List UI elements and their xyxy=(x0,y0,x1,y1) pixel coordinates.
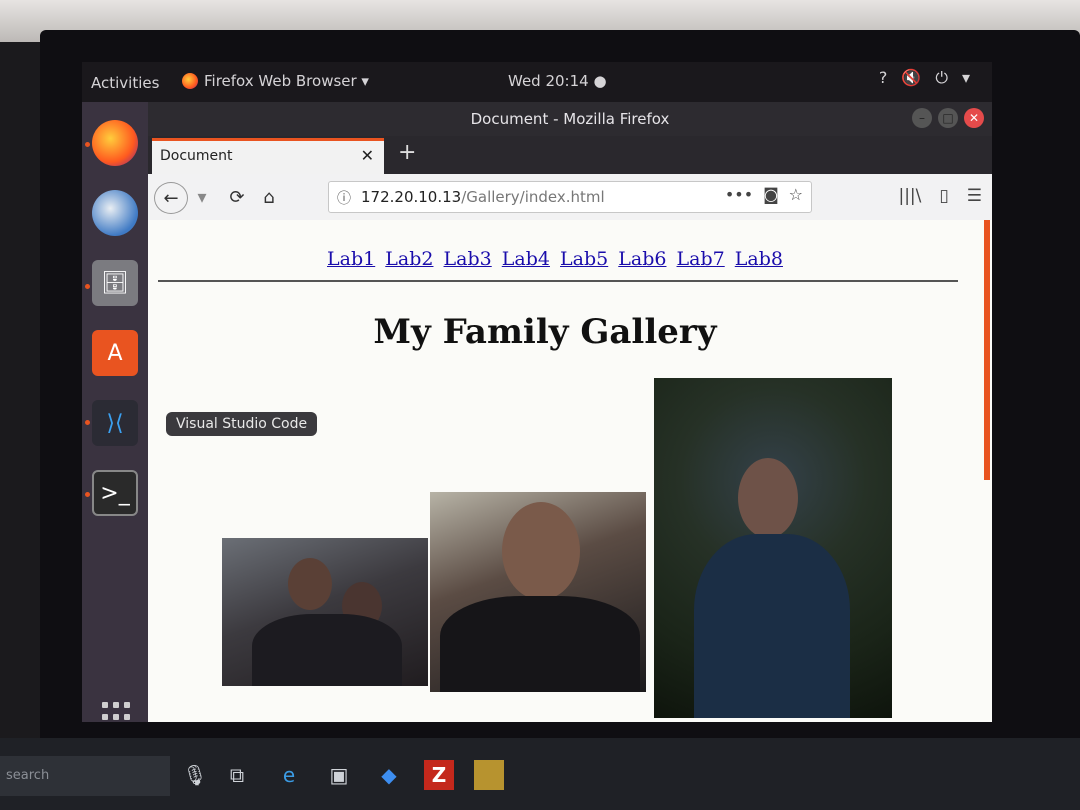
running-indicator xyxy=(85,492,90,497)
horizontal-rule xyxy=(158,280,958,282)
clock[interactable]: Wed 20:14 ● xyxy=(508,72,607,90)
running-indicator xyxy=(85,142,90,147)
photo-body xyxy=(252,614,402,686)
close-window-icon[interactable]: ✕ xyxy=(964,108,984,128)
reload-icon[interactable]: ⟳ xyxy=(224,182,250,212)
vscode-dock-icon[interactable]: ⟩⟨ xyxy=(92,400,138,446)
info-icon[interactable]: ⓘ xyxy=(337,188,351,208)
tab-title: Document xyxy=(160,148,233,164)
gallery-photo-portrait[interactable] xyxy=(654,378,892,718)
home-icon[interactable]: ⌂ xyxy=(256,182,282,212)
lab-link-6[interactable]: Lab6 xyxy=(618,248,666,270)
photos-icon[interactable]: ▣ xyxy=(324,760,354,790)
tab-document[interactable]: Document ✕ xyxy=(152,138,384,174)
lab-nav: Lab1 Lab2 Lab3 Lab4 Lab5 Lab6 Lab7 Lab8 xyxy=(148,248,962,270)
page-actions-icon[interactable]: ••• xyxy=(725,185,753,204)
software-center-dock-icon[interactable]: A xyxy=(92,330,138,376)
help-icon[interactable]: ? xyxy=(879,68,888,88)
app-menu[interactable]: Firefox Web Browser ▾ xyxy=(182,72,369,90)
photo-body xyxy=(694,534,850,718)
gnome-top-bar: Activities Firefox Web Browser ▾ Wed 20:… xyxy=(82,62,992,102)
host-search-box[interactable]: search xyxy=(0,756,170,796)
new-tab-button[interactable]: + xyxy=(398,140,416,165)
tab-strip: Document ✕ + xyxy=(148,136,992,174)
url-text[interactable]: 172.20.10.13/Gallery/index.html xyxy=(361,188,605,206)
ubuntu-desktop: Activities Firefox Web Browser ▾ Wed 20:… xyxy=(82,62,992,722)
lab-link-7[interactable]: Lab7 xyxy=(677,248,725,270)
dock: 🗄 A ⟩⟨ >_ xyxy=(82,102,148,722)
gallery-photo-selfie[interactable] xyxy=(430,492,646,692)
url-bar[interactable]: ⓘ 172.20.10.13/Gallery/index.html ••• ◙ … xyxy=(328,181,812,213)
lab-link-5[interactable]: Lab5 xyxy=(560,248,608,270)
window-controls: – □ ✕ xyxy=(912,108,984,128)
pocket-icon[interactable]: ◙ xyxy=(763,185,779,204)
app-icon[interactable] xyxy=(474,760,504,790)
library-icon[interactable]: |||\ xyxy=(898,186,921,206)
url-actions: ••• ◙ ☆ xyxy=(725,185,803,204)
lab-link-8[interactable]: Lab8 xyxy=(735,248,783,270)
minimize-icon[interactable]: – xyxy=(912,108,932,128)
sidebar-icon[interactable]: ▯ xyxy=(939,186,948,206)
task-view-icon[interactable]: ⧉ xyxy=(222,760,252,790)
thunderbird-dock-icon[interactable] xyxy=(92,190,138,236)
system-tray[interactable]: ? 🔇 ⏻ ▾ xyxy=(879,68,970,88)
url-host: 172.20.10.13 xyxy=(361,188,462,206)
photo-person xyxy=(502,502,580,600)
lab-link-3[interactable]: Lab3 xyxy=(444,248,492,270)
volume-muted-icon[interactable]: 🔇 xyxy=(901,68,921,88)
star-icon[interactable]: ☆ xyxy=(789,185,803,204)
filezilla-icon[interactable]: Z xyxy=(424,760,454,790)
terminal-dock-icon[interactable]: >_ xyxy=(92,470,138,516)
forward-dropdown-icon[interactable]: ▾ xyxy=(192,182,212,212)
show-applications-icon[interactable] xyxy=(102,702,132,722)
edge-icon[interactable]: e xyxy=(274,760,304,790)
files-dock-icon[interactable]: 🗄 xyxy=(92,260,138,306)
host-windows-taskbar: search 🎙 ⧉ e ▣ ◆ Z xyxy=(0,738,1080,810)
running-indicator xyxy=(85,284,90,289)
maximize-icon[interactable]: □ xyxy=(938,108,958,128)
gallery-photo-couple[interactable] xyxy=(222,538,428,686)
photo-person xyxy=(738,458,798,538)
scrollbar[interactable] xyxy=(984,220,990,480)
window-title: Document - Mozilla Firefox xyxy=(470,110,670,128)
dock-tooltip: Visual Studio Code xyxy=(166,412,318,436)
toolbar-right: |||\ ▯ ☰ xyxy=(898,186,982,206)
url-path: /Gallery/index.html xyxy=(461,188,605,206)
lab-link-2[interactable]: Lab2 xyxy=(385,248,433,270)
page-content: Lab1 Lab2 Lab3 Lab4 Lab5 Lab6 Lab7 Lab8 … xyxy=(148,220,992,722)
back-arrow-icon[interactable]: ← xyxy=(154,182,188,214)
firefox-dock-icon[interactable] xyxy=(92,120,138,166)
dropbox-icon[interactable]: ◆ xyxy=(374,760,404,790)
navigation-toolbar: ← ▾ ⟳ ⌂ ⓘ 172.20.10.13/Gallery/index.htm… xyxy=(148,174,992,220)
power-icon[interactable]: ⏻ xyxy=(935,68,948,88)
photo-person xyxy=(288,558,332,610)
microphone-icon[interactable]: 🎙 xyxy=(180,760,210,790)
running-indicator xyxy=(85,420,90,425)
close-tab-icon[interactable]: ✕ xyxy=(361,146,374,165)
activities-button[interactable]: Activities xyxy=(91,74,159,92)
hamburger-menu-icon[interactable]: ☰ xyxy=(967,186,982,206)
photo-body xyxy=(440,596,640,692)
page-title: My Family Gallery xyxy=(373,312,717,352)
lab-link-4[interactable]: Lab4 xyxy=(502,248,550,270)
app-menu-label: Firefox Web Browser ▾ xyxy=(204,72,369,90)
firefox-icon xyxy=(182,73,198,89)
chevron-down-icon[interactable]: ▾ xyxy=(962,68,970,88)
lab-link-1[interactable]: Lab1 xyxy=(327,248,375,270)
